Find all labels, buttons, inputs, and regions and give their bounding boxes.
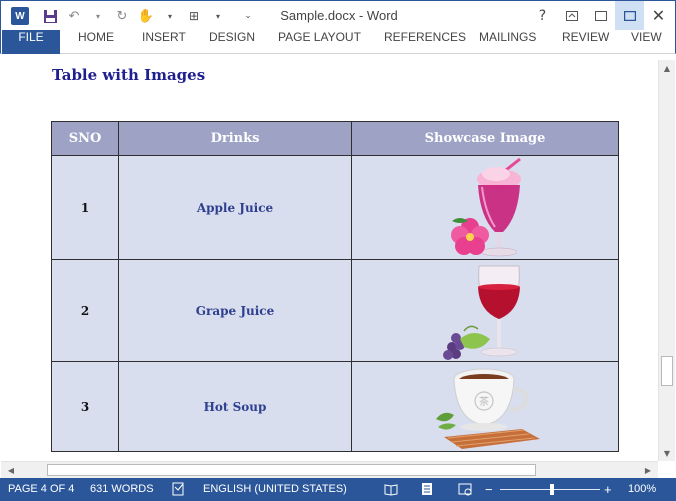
cell-drink: Grape Juice — [118, 259, 352, 362]
print-layout-icon[interactable] — [420, 482, 434, 496]
tab-insert[interactable]: INSERT — [142, 30, 186, 54]
svg-text:茶: 茶 — [479, 395, 489, 408]
document-heading: Table with Images — [52, 66, 206, 84]
zoom-out-icon[interactable]: − — [485, 478, 493, 501]
header-showcase-image: Showcase Image — [351, 121, 619, 156]
title-bar: W ↶ ▾ ↻ ✋ ▾ ⊞ ▾ ⌄ Sample.docx - Word ? ✕ — [0, 0, 676, 30]
vertical-scroll-thumb[interactable] — [661, 356, 673, 386]
table-row: 2 Grape Juice — [51, 259, 619, 362]
undo-icon[interactable]: ↶ — [63, 5, 85, 27]
undo-dropdown-icon[interactable]: ▾ — [87, 5, 109, 27]
help-button[interactable]: ? — [528, 1, 557, 30]
tab-view[interactable]: VIEW — [631, 30, 662, 54]
redo-icon[interactable]: ↻ — [111, 5, 133, 27]
touch-mode-icon[interactable]: ✋ — [135, 5, 157, 27]
horizontal-scroll-thumb[interactable] — [47, 464, 536, 476]
header-drinks: Drinks — [118, 121, 352, 156]
read-mode-icon[interactable] — [384, 482, 398, 496]
tea-cup-image[interactable]: 茶 — [352, 363, 618, 451]
cell-sno: 1 — [51, 155, 119, 260]
ribbon-display-options-icon[interactable] — [557, 1, 586, 30]
vertical-scrollbar[interactable]: ▲ ▼ — [658, 60, 675, 461]
cell-sno: 2 — [51, 259, 119, 362]
tab-mailings[interactable]: MAILINGS — [479, 30, 536, 54]
maximize-icon[interactable] — [615, 1, 644, 30]
page-count[interactable]: PAGE 4 OF 4 — [8, 478, 74, 501]
drinks-table: SNO Drinks Showcase Image 1 Apple Juice — [51, 121, 619, 452]
table-row: 1 Apple Juice — [51, 155, 619, 260]
minimize-icon[interactable] — [586, 1, 615, 30]
status-bar: PAGE 4 OF 4 631 WORDS ENGLISH (UNITED ST… — [0, 478, 676, 501]
customize-qat-icon[interactable]: ⌄ — [237, 5, 259, 27]
quick-access-toolbar: W ↶ ▾ ↻ ✋ ▾ ⊞ ▾ ⌄ — [5, 5, 259, 27]
word-app-icon[interactable]: W — [11, 7, 29, 25]
save-icon[interactable] — [39, 5, 61, 27]
cell-drink: Hot Soup — [118, 361, 352, 452]
close-icon[interactable]: ✕ — [644, 1, 673, 30]
word-count[interactable]: 631 WORDS — [90, 478, 154, 501]
zoom-in-icon[interactable]: + — [604, 478, 612, 501]
document-canvas[interactable]: Table with Images SNO Drinks Showcase Im… — [1, 55, 658, 460]
zoom-slider-thumb[interactable] — [550, 484, 554, 495]
tab-page-layout[interactable]: PAGE LAYOUT — [278, 30, 361, 54]
scroll-right-icon[interactable]: ▶ — [640, 462, 656, 478]
tab-home[interactable]: HOME — [78, 30, 114, 54]
ribbon-tabs: FILE HOME INSERT DESIGN PAGE LAYOUT REFE… — [0, 30, 676, 54]
pink-cocktail-image[interactable] — [352, 157, 618, 259]
zoom-level[interactable]: 100% — [628, 478, 656, 501]
table-dropdown-icon[interactable]: ▾ — [207, 5, 229, 27]
table-insert-icon[interactable]: ⊞ — [183, 5, 205, 27]
cell-drink: Apple Juice — [118, 155, 352, 260]
window-controls: ? ✕ — [528, 1, 673, 30]
tab-design[interactable]: DESIGN — [209, 30, 255, 54]
cell-image — [351, 259, 619, 362]
horizontal-scrollbar[interactable]: ◀ ▶ — [1, 461, 658, 478]
scroll-down-icon[interactable]: ▼ — [659, 445, 675, 461]
table-row: 3 Hot Soup 茶 — [51, 361, 619, 452]
tab-references[interactable]: REFERENCES — [384, 30, 466, 54]
tab-file[interactable]: FILE — [2, 30, 60, 54]
touch-dropdown-icon[interactable]: ▾ — [159, 5, 181, 27]
cell-image — [351, 155, 619, 260]
tab-review[interactable]: REVIEW — [562, 30, 609, 54]
header-sno: SNO — [51, 121, 119, 156]
cell-image: 茶 — [351, 361, 619, 452]
scroll-left-icon[interactable]: ◀ — [3, 462, 19, 478]
language-indicator[interactable]: ENGLISH (UNITED STATES) — [203, 478, 347, 501]
scroll-up-icon[interactable]: ▲ — [659, 60, 675, 76]
red-wine-glass-image[interactable] — [352, 261, 618, 361]
proofing-icon[interactable] — [172, 482, 186, 496]
web-layout-icon[interactable] — [458, 482, 472, 496]
table-header-row: SNO Drinks Showcase Image — [51, 121, 619, 156]
cell-sno: 3 — [51, 361, 119, 452]
